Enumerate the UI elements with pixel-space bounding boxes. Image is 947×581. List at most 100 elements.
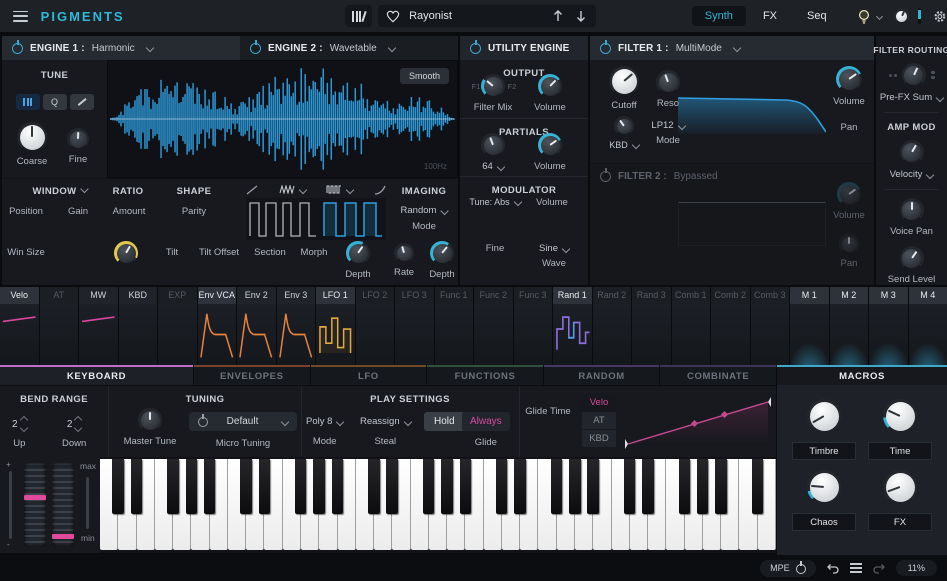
mod-slot-env-vca[interactable]: Env VCA	[198, 287, 237, 365]
zoom-level[interactable]: 11%	[896, 560, 937, 576]
wheel-range-slider[interactable]	[86, 477, 89, 529]
mod-slot-rand-3[interactable]: Rand 3	[632, 287, 671, 365]
piano-black-key[interactable]	[496, 459, 507, 514]
ramp-icon[interactable]	[246, 185, 258, 195]
mod-slot-m-2[interactable]: M 2	[830, 287, 869, 365]
tab-combinate[interactable]: COMBINATE	[660, 365, 776, 385]
mod-slot-func-3[interactable]: Func 3	[514, 287, 553, 365]
curve-tab-velo[interactable]: Velo	[582, 394, 616, 411]
engine2-power-icon[interactable]	[250, 43, 261, 54]
micro-tuning-power-icon[interactable]	[198, 417, 208, 427]
curve-tab-at[interactable]: AT	[582, 412, 616, 429]
curve-tab-kbd[interactable]: KBD	[582, 430, 616, 447]
filter1-type-chevron[interactable]	[733, 44, 741, 52]
mod-slot-velo[interactable]: Velo	[0, 287, 39, 365]
piano-black-key[interactable]	[131, 459, 142, 514]
mod-slot-exp[interactable]: EXP	[158, 287, 197, 365]
tab-keyboard[interactable]: KEYBOARD	[0, 365, 193, 385]
next-preset-icon[interactable]	[574, 9, 588, 23]
piano-black-key[interactable]	[514, 459, 525, 514]
mod-slot-at[interactable]: AT	[40, 287, 79, 365]
shape-pulse-select[interactable]	[326, 185, 353, 194]
steal-mode-select[interactable]: Reassign	[360, 416, 411, 427]
preset-browser[interactable]: Rayonist	[378, 5, 596, 27]
bend-up-stepper[interactable]: 2	[12, 417, 27, 431]
engine1-type-chevron[interactable]	[145, 44, 153, 52]
mod-slot-comb-3[interactable]: Comb 3	[751, 287, 790, 365]
tune-quantize-button[interactable]: Q	[43, 94, 67, 110]
smooth-button[interactable]: Smooth	[400, 68, 449, 84]
cutoff-knob[interactable]	[609, 66, 639, 96]
macro-timbre-knob[interactable]	[807, 399, 841, 433]
favorite-heart-icon[interactable]	[386, 10, 400, 23]
micro-tuning-select[interactable]: Default	[189, 412, 297, 431]
tab-random[interactable]: RANDOM	[544, 365, 660, 385]
piano-black-key[interactable]	[460, 459, 471, 514]
mod-slot-func-1[interactable]: Func 1	[435, 287, 474, 365]
shape-wave-select[interactable]	[279, 185, 306, 194]
engine1-power-icon[interactable]	[12, 43, 23, 54]
piano-black-key[interactable]	[569, 459, 580, 514]
fine-knob[interactable]	[67, 128, 89, 150]
macro-fx-knob[interactable]	[883, 470, 917, 504]
tab-macros[interactable]: MACROS	[777, 365, 947, 385]
filter-mix-knob[interactable]	[481, 74, 505, 98]
engine2-tab[interactable]: ENGINE 2 : Wavetable	[240, 36, 458, 60]
piano-black-key[interactable]	[624, 459, 635, 514]
piano-black-key[interactable]	[368, 459, 379, 514]
piano-black-key[interactable]	[423, 459, 434, 514]
tune-free-button[interactable]	[70, 94, 94, 110]
utility-output-volume-knob[interactable]	[538, 74, 562, 98]
amp-mod-knob[interactable]	[900, 140, 924, 164]
window-chevron[interactable]	[80, 185, 88, 193]
mod-slot-comb-1[interactable]: Comb 1	[672, 287, 711, 365]
redo-icon[interactable]	[872, 562, 886, 575]
previous-preset-icon[interactable]	[551, 9, 565, 23]
tab-fx[interactable]: FX	[750, 6, 790, 26]
main-menu-icon[interactable]	[13, 11, 28, 22]
history-list-icon[interactable]	[850, 563, 862, 573]
mod-slot-m-1[interactable]: M 1	[790, 287, 829, 365]
piano-black-key[interactable]	[752, 459, 763, 514]
piano-black-key[interactable]	[167, 459, 178, 514]
filter2-pan-knob[interactable]	[839, 234, 859, 254]
piano-black-key[interactable]	[679, 459, 690, 514]
hold-button[interactable]: Hold	[424, 412, 465, 431]
mod-slot-func-2[interactable]: Func 2	[474, 287, 513, 365]
curve-icon[interactable]	[374, 185, 386, 195]
filter1-power-icon[interactable]	[600, 43, 611, 54]
coarse-knob[interactable]	[17, 122, 47, 152]
routing-mode-select[interactable]: Pre-FX Sum	[880, 92, 943, 103]
pitch-bend-wheel[interactable]	[24, 463, 46, 547]
mod-slot-comb-2[interactable]: Comb 2	[711, 287, 750, 365]
bulb-dropdown-chevron[interactable]	[876, 12, 883, 19]
piano-black-key[interactable]	[204, 459, 215, 514]
filter1-volume-knob[interactable]	[836, 66, 862, 92]
glide-mode-value[interactable]: Always	[462, 412, 510, 431]
tune-keyboard-mode-button[interactable]	[16, 94, 40, 110]
shape-depth-knob[interactable]	[346, 241, 370, 265]
filter2-volume-knob[interactable]	[837, 182, 861, 206]
velocity-curve-graph[interactable]	[622, 392, 774, 452]
piano-black-key[interactable]	[697, 459, 708, 514]
tab-lfo[interactable]: LFO	[311, 365, 427, 385]
piano-keyboard[interactable]	[100, 457, 776, 553]
mod-slot-kbd[interactable]: KBD	[119, 287, 158, 365]
undo-icon[interactable]	[826, 562, 840, 575]
filter1-mode-select[interactable]: LP12	[651, 120, 684, 131]
amp-mod-select[interactable]: Velocity	[890, 169, 934, 180]
tab-envelopes[interactable]: ENVELOPES	[194, 365, 310, 385]
piano-black-key[interactable]	[386, 459, 397, 514]
bend-range-slider[interactable]	[9, 471, 12, 539]
filter1-kbd-knob[interactable]	[614, 116, 634, 136]
reso-knob[interactable]	[656, 70, 680, 94]
utility-power-icon[interactable]	[470, 43, 481, 54]
imaging-rate-knob[interactable]	[394, 243, 414, 263]
tab-seq[interactable]: Seq	[794, 6, 840, 26]
mod-slot-env-2[interactable]: Env 2	[237, 287, 276, 365]
mod-slot-lfo-3[interactable]: LFO 3	[395, 287, 434, 365]
mod-slot-m-3[interactable]: M 3	[869, 287, 908, 365]
piano-black-key[interactable]	[112, 459, 123, 514]
bend-down-stepper[interactable]: 2	[67, 417, 82, 431]
tab-synth[interactable]: Synth	[692, 6, 746, 26]
